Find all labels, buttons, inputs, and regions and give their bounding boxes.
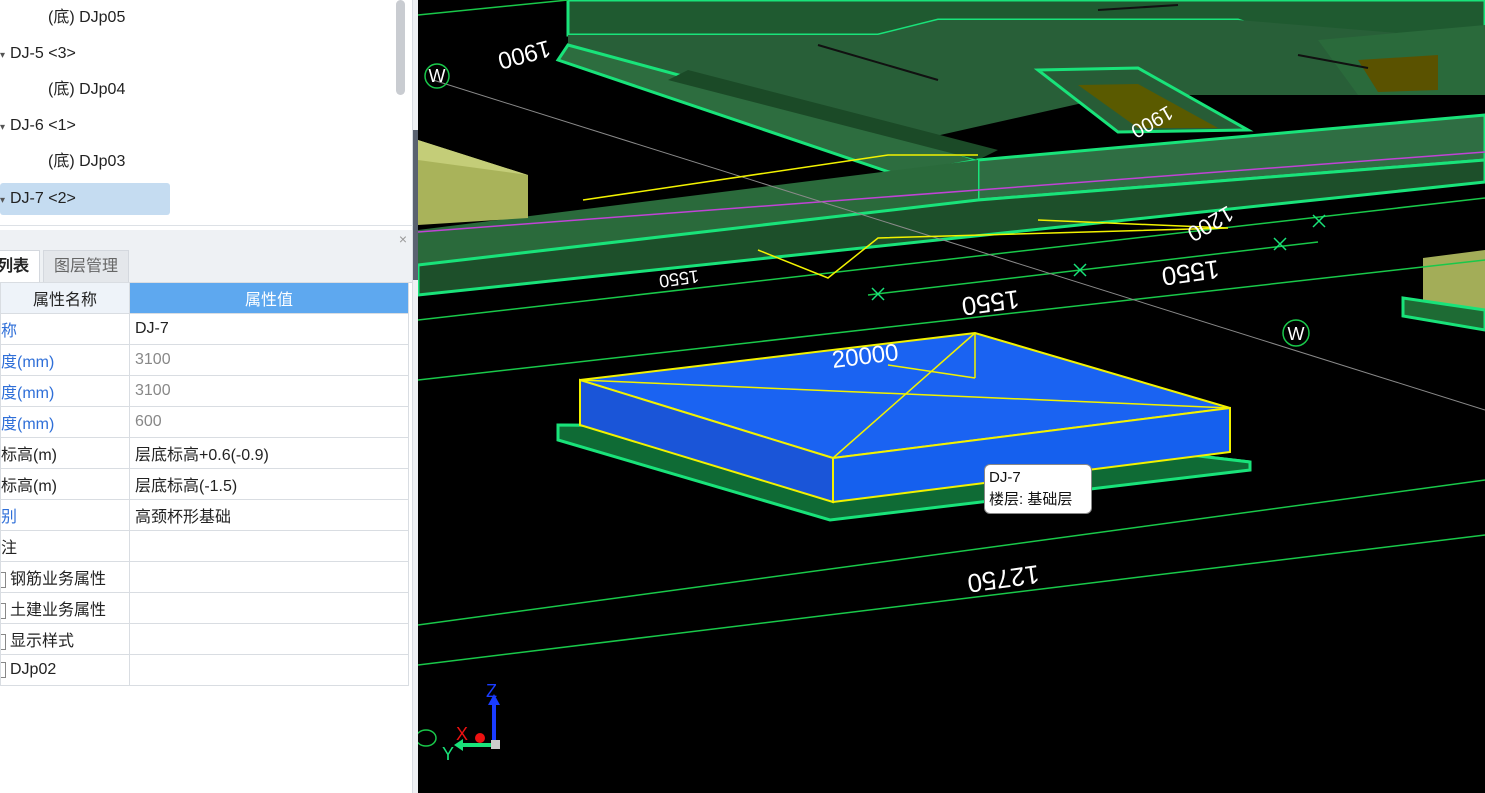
left-panel: (底) DJp05 ▾ DJ-5 <3> (底) DJp04 ▾ DJ-6 <1> … bbox=[0, 0, 412, 793]
expand-icon[interactable] bbox=[1, 602, 6, 619]
tree-item-label: DJ-5 <3> bbox=[10, 45, 76, 62]
axis-triad: Z X Y bbox=[418, 681, 500, 764]
table-row[interactable]: 注 bbox=[0, 530, 409, 562]
tree-item-dj5[interactable]: ▾ DJ-5 <3> bbox=[0, 38, 76, 70]
property-name: 度(mm) bbox=[0, 406, 130, 438]
expand-icon[interactable] bbox=[1, 633, 6, 650]
axis-label-w: W bbox=[1288, 324, 1305, 344]
table-row[interactable]: 度(mm) 3100 bbox=[0, 344, 409, 376]
property-value[interactable]: DJ-7 bbox=[129, 313, 409, 345]
axis-label-y: Y bbox=[442, 744, 454, 764]
tab-label: 列表 bbox=[0, 258, 30, 275]
axis-label-w: W bbox=[429, 66, 446, 86]
expand-icon[interactable] bbox=[1, 571, 6, 588]
property-value bbox=[129, 592, 409, 624]
properties-panel-header: × bbox=[0, 230, 412, 248]
properties-table: 属性名称 属性值 称 DJ-7 度(mm) 3100 度(mm) 3100 度(mm)… bbox=[0, 282, 409, 686]
tab-label: 图层管理 bbox=[54, 258, 119, 275]
property-group[interactable]: 显示样式 bbox=[0, 623, 130, 655]
dimension-label: 1550 bbox=[960, 284, 1021, 322]
property-value[interactable]: 3100 bbox=[129, 344, 409, 376]
property-group[interactable]: DJp02 bbox=[0, 654, 130, 686]
table-row[interactable]: 钢筋业务属性 bbox=[0, 561, 409, 593]
tree-item-djp05[interactable]: (底) DJp05 bbox=[48, 2, 125, 34]
expand-icon[interactable] bbox=[1, 661, 6, 678]
tooltip-floor: 楼层: 基础层 bbox=[989, 491, 1073, 508]
property-name: 别 bbox=[0, 499, 130, 531]
table-row[interactable]: 标高(m) 层底标高(-1.5) bbox=[0, 468, 409, 500]
tree-item-label: (底) DJp04 bbox=[48, 81, 126, 98]
property-value[interactable] bbox=[129, 530, 409, 562]
property-value[interactable]: 层底标高(-1.5) bbox=[129, 468, 409, 500]
property-value[interactable]: 高颈杯形基础 bbox=[129, 499, 409, 531]
element-tooltip: DJ-7 楼层: 基础层 bbox=[984, 464, 1092, 514]
property-name: 度(mm) bbox=[0, 344, 130, 376]
property-name: 钢筋业务属性 bbox=[10, 571, 107, 588]
axis-label-x: X bbox=[456, 724, 468, 744]
property-value[interactable]: 3100 bbox=[129, 375, 409, 407]
3d-viewport[interactable]: W W 20000 1550 1550 12750 1900 1200 1900… bbox=[418, 0, 1485, 793]
axis-label-z: Z bbox=[486, 681, 497, 701]
table-header-row: 属性名称 属性值 bbox=[0, 282, 409, 314]
property-name: 显示样式 bbox=[10, 633, 75, 650]
chevron-down-icon[interactable]: ▾ bbox=[0, 40, 10, 72]
tree-item-label: DJ-7 <2> bbox=[10, 190, 76, 207]
dimension-label: 12750 bbox=[966, 559, 1042, 599]
tree-item-dj6[interactable]: ▾ DJ-6 <1> bbox=[0, 110, 76, 142]
panel-tabs: 列表 图层管理 bbox=[0, 248, 412, 283]
property-value bbox=[129, 623, 409, 655]
property-name: 标高(m) bbox=[0, 437, 130, 469]
column-header-name: 属性名称 bbox=[0, 282, 130, 314]
property-name: 标高(m) bbox=[0, 468, 130, 500]
tree-item-dj7[interactable]: ▾ DJ-7 <2> bbox=[0, 183, 170, 215]
close-icon[interactable]: × bbox=[399, 230, 407, 248]
chevron-down-icon[interactable]: ▾ bbox=[0, 112, 10, 144]
property-value bbox=[129, 654, 409, 686]
property-name: 称 bbox=[0, 313, 130, 345]
property-name: 度(mm) bbox=[0, 375, 130, 407]
dimension-label: 1900 bbox=[495, 34, 554, 74]
tree-item-label: (底) DJp03 bbox=[48, 153, 126, 170]
table-row[interactable]: 称 DJ-7 bbox=[0, 313, 409, 345]
property-value bbox=[129, 561, 409, 593]
property-group[interactable]: 土建业务属性 bbox=[0, 592, 130, 624]
property-name: 土建业务属性 bbox=[10, 602, 107, 619]
tree-item-label: DJ-6 <1> bbox=[10, 117, 76, 134]
property-name: DJp02 bbox=[10, 661, 57, 678]
table-row[interactable]: 度(mm) 3100 bbox=[0, 375, 409, 407]
scene-canvas[interactable]: W W 20000 1550 1550 12750 1900 1200 1900… bbox=[418, 0, 1485, 793]
chevron-down-icon[interactable]: ▾ bbox=[0, 185, 10, 217]
table-row[interactable]: 标高(m) 层底标高+0.6(-0.9) bbox=[0, 437, 409, 469]
table-row[interactable]: 土建业务属性 bbox=[0, 592, 409, 624]
tab-list[interactable]: 列表 bbox=[0, 250, 41, 283]
property-group[interactable]: 钢筋业务属性 bbox=[0, 561, 130, 593]
table-row[interactable]: 别高颈杯形基础 bbox=[0, 499, 409, 531]
tab-layer-management[interactable]: 图层管理 bbox=[43, 250, 130, 283]
property-value[interactable]: 层底标高+0.6(-0.9) bbox=[129, 437, 409, 469]
tree-item-label: (底) DJp05 bbox=[48, 9, 126, 26]
tree-item-djp04[interactable]: (底) DJp04 bbox=[48, 74, 125, 106]
table-row[interactable]: DJp02 bbox=[0, 654, 409, 686]
property-name: 注 bbox=[0, 530, 130, 562]
table-row[interactable]: 度(mm) 600 bbox=[0, 406, 409, 438]
tree-scrollbar[interactable] bbox=[396, 0, 405, 95]
column-header-value: 属性值 bbox=[129, 282, 409, 314]
table-row[interactable]: 显示样式 bbox=[0, 623, 409, 655]
tooltip-title: DJ-7 bbox=[989, 469, 1021, 486]
tree-item-djp03[interactable]: (底) DJp03 bbox=[48, 146, 125, 178]
panel-separator bbox=[0, 225, 412, 226]
property-value[interactable]: 600 bbox=[129, 406, 409, 438]
